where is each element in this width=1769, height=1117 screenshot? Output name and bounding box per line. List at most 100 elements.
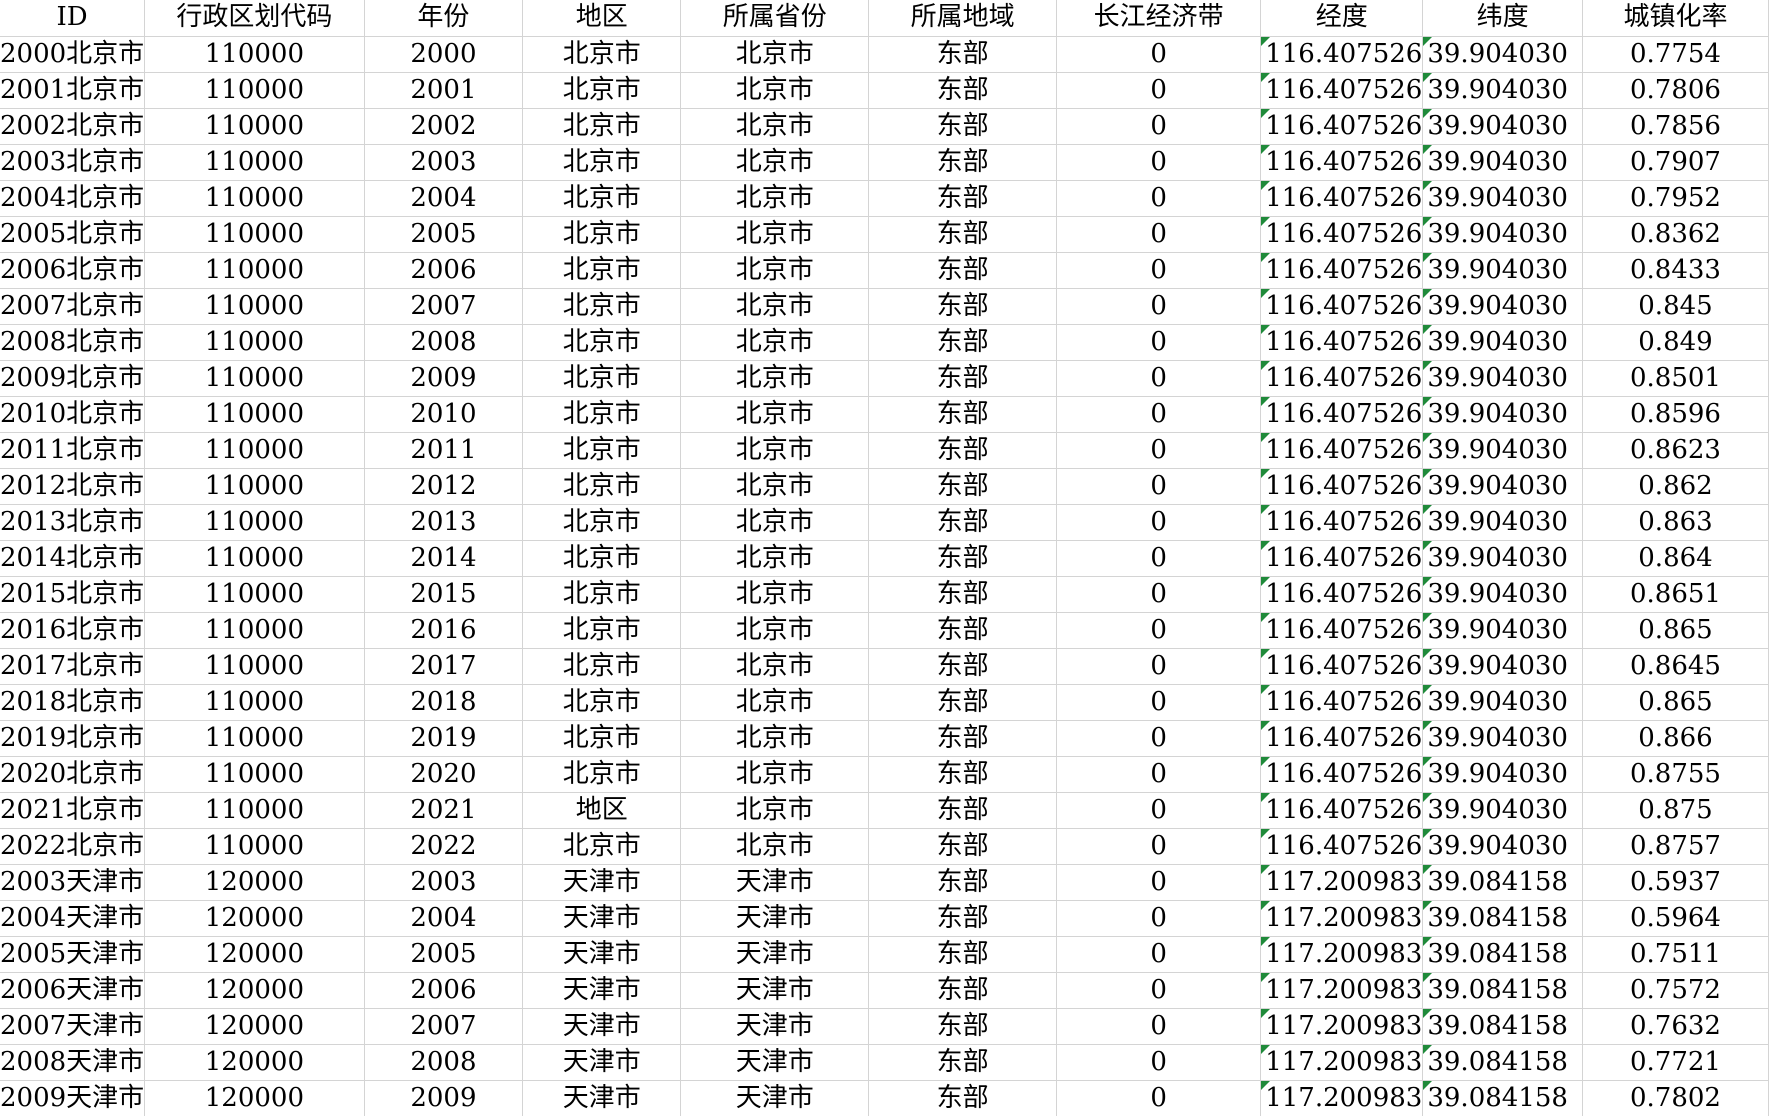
cell-year[interactable]: 2012: [364, 468, 524, 505]
cell-year[interactable]: 2011: [364, 432, 524, 469]
cell-province[interactable]: 北京市: [680, 612, 870, 649]
cell-urbanization-rate[interactable]: 0.5964: [1582, 900, 1769, 937]
column-header[interactable]: 经度: [1260, 0, 1424, 37]
cell-latitude[interactable]: 39.904030: [1422, 504, 1583, 541]
cell-longitude[interactable]: 116.407526: [1260, 144, 1424, 181]
cell-urbanization-rate[interactable]: 0.875: [1582, 792, 1769, 829]
cell-year[interactable]: 2015: [364, 576, 524, 613]
column-header[interactable]: 所属地域: [868, 0, 1058, 37]
column-header[interactable]: ID: [0, 0, 146, 37]
column-header[interactable]: 纬度: [1422, 0, 1583, 37]
cell-year[interactable]: 2003: [364, 144, 524, 181]
cell-year[interactable]: 2005: [364, 216, 524, 253]
cell-region[interactable]: 天津市: [522, 1080, 682, 1116]
cell-admin-code[interactable]: 110000: [144, 756, 365, 793]
cell-year[interactable]: 2018: [364, 684, 524, 721]
cell-year[interactable]: 2009: [364, 1080, 524, 1116]
cell-id[interactable]: 2001北京市: [0, 72, 146, 109]
cell-yangtze-belt[interactable]: 0: [1056, 720, 1262, 757]
cell-longitude[interactable]: 116.407526: [1260, 612, 1424, 649]
cell-yangtze-belt[interactable]: 0: [1056, 432, 1262, 469]
column-header[interactable]: 所属省份: [680, 0, 870, 37]
cell-latitude[interactable]: 39.084158: [1422, 1080, 1583, 1116]
cell-longitude[interactable]: 116.407526: [1260, 108, 1424, 145]
cell-id[interactable]: 2020北京市: [0, 756, 146, 793]
cell-admin-code[interactable]: 120000: [144, 900, 365, 937]
cell-longitude[interactable]: 116.407526: [1260, 720, 1424, 757]
cell-urbanization-rate[interactable]: 0.8501: [1582, 360, 1769, 397]
cell-year[interactable]: 2014: [364, 540, 524, 577]
cell-area[interactable]: 东部: [868, 1080, 1058, 1116]
cell-longitude[interactable]: 116.407526: [1260, 360, 1424, 397]
cell-province[interactable]: 北京市: [680, 216, 870, 253]
cell-latitude[interactable]: 39.904030: [1422, 468, 1583, 505]
cell-admin-code[interactable]: 120000: [144, 864, 365, 901]
cell-region[interactable]: 北京市: [522, 756, 682, 793]
cell-yangtze-belt[interactable]: 0: [1056, 756, 1262, 793]
cell-latitude[interactable]: 39.904030: [1422, 252, 1583, 289]
cell-latitude[interactable]: 39.904030: [1422, 180, 1583, 217]
cell-id[interactable]: 2002北京市: [0, 108, 146, 145]
cell-area[interactable]: 东部: [868, 108, 1058, 145]
column-header[interactable]: 地区: [522, 0, 682, 37]
cell-province[interactable]: 天津市: [680, 936, 870, 973]
cell-area[interactable]: 东部: [868, 576, 1058, 613]
cell-admin-code[interactable]: 110000: [144, 432, 365, 469]
cell-year[interactable]: 2009: [364, 360, 524, 397]
cell-province[interactable]: 北京市: [680, 432, 870, 469]
cell-urbanization-rate[interactable]: 0.7907: [1582, 144, 1769, 181]
cell-urbanization-rate[interactable]: 0.7511: [1582, 936, 1769, 973]
cell-id[interactable]: 2012北京市: [0, 468, 146, 505]
cell-id[interactable]: 2003天津市: [0, 864, 146, 901]
cell-year[interactable]: 2019: [364, 720, 524, 757]
column-header[interactable]: 长江经济带: [1056, 0, 1262, 37]
cell-latitude[interactable]: 39.084158: [1422, 1044, 1583, 1081]
cell-area[interactable]: 东部: [868, 828, 1058, 865]
cell-area[interactable]: 东部: [868, 1008, 1058, 1045]
cell-longitude[interactable]: 116.407526: [1260, 504, 1424, 541]
cell-area[interactable]: 东部: [868, 648, 1058, 685]
cell-id[interactable]: 2017北京市: [0, 648, 146, 685]
cell-longitude[interactable]: 117.200983: [1260, 1080, 1424, 1116]
cell-region[interactable]: 北京市: [522, 72, 682, 109]
cell-urbanization-rate[interactable]: 0.8362: [1582, 216, 1769, 253]
cell-region[interactable]: 天津市: [522, 1044, 682, 1081]
cell-area[interactable]: 东部: [868, 864, 1058, 901]
cell-longitude[interactable]: 116.407526: [1260, 684, 1424, 721]
cell-area[interactable]: 东部: [868, 468, 1058, 505]
cell-year[interactable]: 2016: [364, 612, 524, 649]
cell-urbanization-rate[interactable]: 0.864: [1582, 540, 1769, 577]
cell-area[interactable]: 东部: [868, 540, 1058, 577]
cell-province[interactable]: 北京市: [680, 288, 870, 325]
cell-id[interactable]: 2005北京市: [0, 216, 146, 253]
cell-province[interactable]: 天津市: [680, 1080, 870, 1116]
cell-latitude[interactable]: 39.904030: [1422, 288, 1583, 325]
cell-admin-code[interactable]: 120000: [144, 936, 365, 973]
cell-province[interactable]: 北京市: [680, 468, 870, 505]
cell-province[interactable]: 北京市: [680, 360, 870, 397]
cell-region[interactable]: 天津市: [522, 972, 682, 1009]
cell-year[interactable]: 2004: [364, 180, 524, 217]
cell-urbanization-rate[interactable]: 0.8623: [1582, 432, 1769, 469]
cell-year[interactable]: 2003: [364, 864, 524, 901]
cell-province[interactable]: 天津市: [680, 864, 870, 901]
cell-latitude[interactable]: 39.904030: [1422, 540, 1583, 577]
cell-province[interactable]: 北京市: [680, 648, 870, 685]
cell-yangtze-belt[interactable]: 0: [1056, 1008, 1262, 1045]
cell-longitude[interactable]: 116.407526: [1260, 36, 1424, 73]
cell-area[interactable]: 东部: [868, 324, 1058, 361]
cell-id[interactable]: 2016北京市: [0, 612, 146, 649]
cell-area[interactable]: 东部: [868, 720, 1058, 757]
cell-urbanization-rate[interactable]: 0.862: [1582, 468, 1769, 505]
cell-longitude[interactable]: 116.407526: [1260, 72, 1424, 109]
cell-admin-code[interactable]: 110000: [144, 108, 365, 145]
cell-year[interactable]: 2010: [364, 396, 524, 433]
cell-latitude[interactable]: 39.904030: [1422, 432, 1583, 469]
cell-admin-code[interactable]: 110000: [144, 468, 365, 505]
cell-latitude[interactable]: 39.904030: [1422, 756, 1583, 793]
cell-year[interactable]: 2017: [364, 648, 524, 685]
cell-area[interactable]: 东部: [868, 72, 1058, 109]
cell-yangtze-belt[interactable]: 0: [1056, 936, 1262, 973]
cell-latitude[interactable]: 39.904030: [1422, 828, 1583, 865]
cell-region[interactable]: 北京市: [522, 252, 682, 289]
